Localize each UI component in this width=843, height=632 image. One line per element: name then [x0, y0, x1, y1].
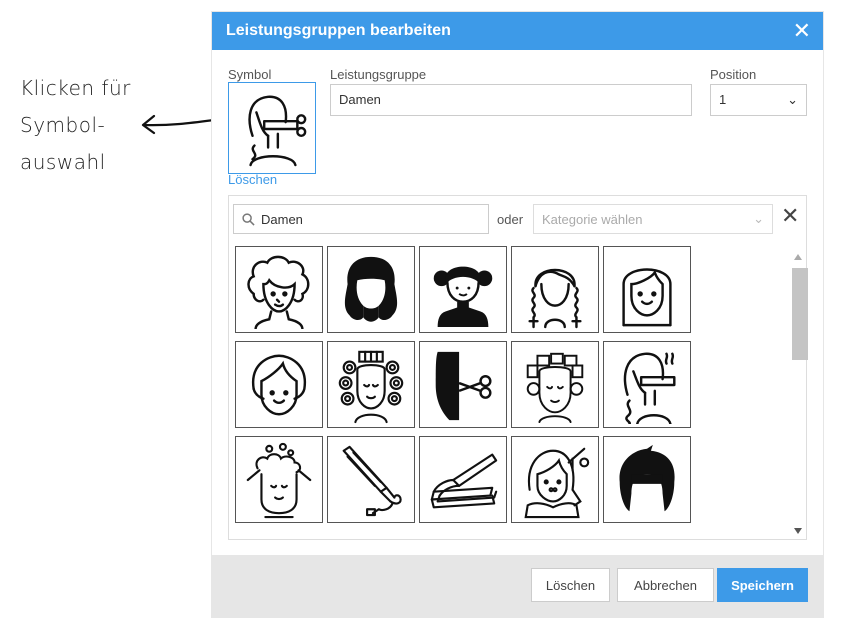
position-select[interactable]: 1 ⌄: [710, 84, 807, 116]
search-icon: [242, 212, 255, 226]
scrollbar-thumb[interactable]: [792, 268, 808, 360]
symbol-search-input[interactable]: Damen: [233, 204, 489, 234]
position-label: Position: [710, 67, 757, 82]
category-placeholder: Kategorie wählen: [542, 211, 643, 227]
symbol-tile[interactable]: [235, 246, 323, 333]
annotation-line: auswahl: [20, 150, 106, 174]
picker-scrollbar[interactable]: [791, 248, 808, 538]
symbol-tile[interactable]: [603, 341, 691, 428]
flat-iron-icon: [342, 445, 402, 516]
symbol-tile[interactable]: [327, 341, 415, 428]
symbol-tile[interactable]: [511, 341, 599, 428]
delete-symbol-link[interactable]: Löschen: [228, 172, 277, 187]
group-name-input[interactable]: Damen: [330, 84, 692, 116]
symbol-tile[interactable]: [419, 246, 507, 333]
symbol-tile[interactable]: [327, 246, 415, 333]
annotation-line: Symbol-: [20, 113, 106, 137]
long-hair-woman-icon: [344, 256, 398, 322]
symbol-tile[interactable]: [511, 246, 599, 333]
position-value: 1: [719, 92, 727, 107]
annotation-text: Klicken für Symbol- auswahl: [20, 70, 150, 181]
symbol-selector[interactable]: [228, 82, 316, 174]
annotation-line: Klicken für: [20, 76, 131, 100]
straight-hair-woman-icon: [622, 267, 672, 326]
close-picker-icon[interactable]: ✕: [781, 205, 799, 227]
category-select[interactable]: Kategorie wählen ⌄: [533, 204, 773, 234]
delete-button[interactable]: Löschen: [531, 568, 610, 602]
scroll-down-icon[interactable]: [794, 528, 802, 534]
dialog-titlebar: Leistungsgruppen bearbeiten ✕: [212, 12, 823, 50]
dialog-title: Leistungsgruppen bearbeiten: [226, 22, 451, 39]
curly-hair-woman-icon: [247, 255, 310, 329]
symbol-tile[interactable]: [603, 436, 691, 523]
hair-straightening-icon: [623, 352, 676, 424]
cancel-button[interactable]: Abbrechen: [617, 568, 714, 602]
symbol-tile[interactable]: [235, 341, 323, 428]
rollers-woman-icon: [526, 352, 584, 423]
hair-washing-icon: [246, 442, 312, 518]
chevron-down-icon: ⌄: [787, 92, 798, 107]
hair-straightening-icon: [248, 95, 307, 167]
short-hair-woman-icon: [252, 354, 306, 415]
symbol-picker: Damen oder Kategorie wählen ⌄ ✕: [228, 195, 808, 540]
symbol-tile[interactable]: [327, 436, 415, 523]
hairdresser-woman-icon: [524, 447, 590, 518]
symbol-tile[interactable]: [419, 436, 507, 523]
symbol-label: Symbol: [228, 67, 272, 82]
bob-haircut-icon: [619, 444, 675, 511]
hair-straightener-icon: [430, 453, 498, 508]
scroll-up-icon[interactable]: [794, 254, 802, 260]
chevron-down-icon: ⌄: [753, 211, 764, 226]
bun-hair-woman-icon: [433, 266, 493, 327]
symbol-grid: [235, 246, 785, 523]
hair-cutting-icon: [435, 351, 492, 420]
group-label: Leistungsgruppe: [330, 67, 427, 82]
symbol-tile[interactable]: [419, 341, 507, 428]
save-button[interactable]: Speichern: [717, 568, 808, 602]
or-label: oder: [497, 212, 524, 227]
symbol-tile[interactable]: [603, 246, 691, 333]
search-value: Damen: [261, 211, 303, 227]
close-icon[interactable]: ✕: [793, 20, 811, 42]
braids-woman-icon: [528, 268, 582, 328]
edit-group-dialog: Leistungsgruppen bearbeiten ✕ Symbol Lös…: [212, 12, 823, 617]
symbol-tile[interactable]: [511, 436, 599, 523]
symbol-tile[interactable]: [235, 436, 323, 523]
curlers-woman-icon: [338, 350, 404, 423]
